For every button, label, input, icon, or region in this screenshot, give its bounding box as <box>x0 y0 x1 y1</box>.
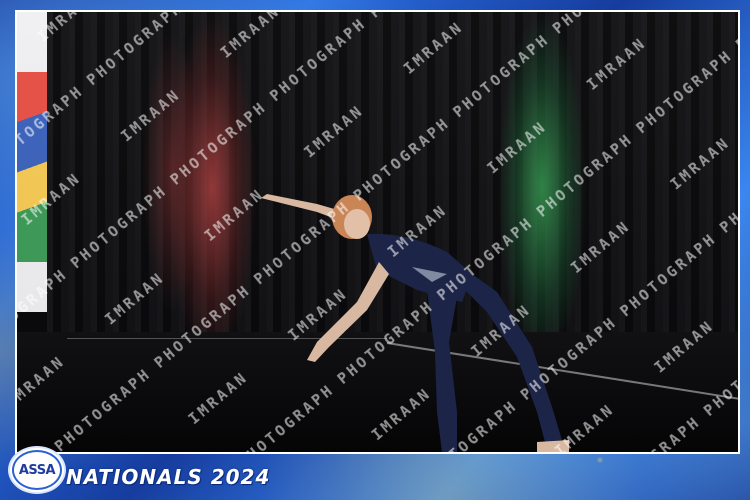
dancer-face <box>344 209 370 239</box>
logo-text: ASSA <box>18 462 56 478</box>
event-title: NATIONALS 2024 <box>66 465 271 489</box>
dancer-figure <box>261 194 569 452</box>
dancer-left-leg <box>427 290 457 452</box>
dancer-lowered-arm <box>307 262 389 362</box>
dancer-right-leg <box>457 274 562 442</box>
assa-logo: ASSA <box>8 446 66 494</box>
stage-photo: IMRAAN PHOTOGRAPHY <box>15 10 740 454</box>
dancer-right-foot <box>537 440 569 452</box>
